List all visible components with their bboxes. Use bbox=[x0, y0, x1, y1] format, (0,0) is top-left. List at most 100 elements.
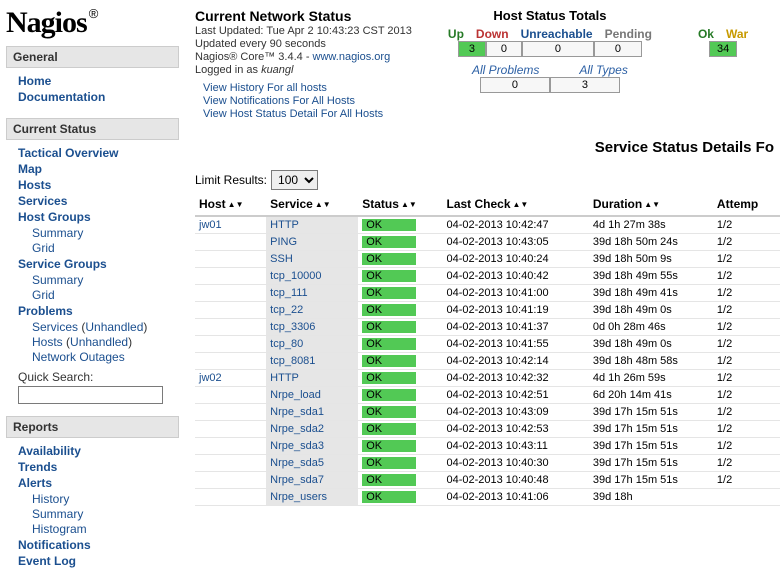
table-row: PINGOK04-02-2013 10:43:0539d 18h 50m 24s… bbox=[195, 234, 780, 251]
th-attempt[interactable]: Attemp bbox=[713, 194, 780, 216]
all-problems-val[interactable]: 0 bbox=[480, 77, 550, 93]
cell-service[interactable]: Nrpe_load bbox=[266, 387, 358, 404]
nav-link[interactable]: Hosts bbox=[18, 178, 177, 192]
col-pending[interactable]: Pending bbox=[599, 27, 658, 41]
cell-service[interactable]: Nrpe_sda3 bbox=[266, 438, 358, 455]
status-title: Current Network Status bbox=[195, 8, 412, 24]
nav-link[interactable]: Grid bbox=[32, 241, 177, 255]
cell-duration: 39d 18h 48m 58s bbox=[589, 353, 713, 370]
nav-link[interactable]: Network Outages bbox=[32, 350, 177, 364]
val-down[interactable]: 0 bbox=[486, 41, 522, 57]
cell-last-check: 04-02-2013 10:40:24 bbox=[442, 251, 588, 268]
link-view-host-detail[interactable]: View Host Status Detail For All Hosts bbox=[203, 108, 412, 120]
status-update-freq: Updated every 90 seconds bbox=[195, 38, 412, 50]
cell-last-check: 04-02-2013 10:42:32 bbox=[442, 370, 588, 387]
th-service[interactable]: Service▲▼ bbox=[266, 194, 358, 216]
nav-link[interactable]: Summary bbox=[32, 226, 177, 240]
cell-service[interactable]: tcp_8081 bbox=[266, 353, 358, 370]
cell-status: OK bbox=[358, 216, 442, 234]
val-pending[interactable]: 0 bbox=[594, 41, 642, 57]
col-warn[interactable]: War bbox=[720, 27, 754, 41]
nav-link[interactable]: Host Groups bbox=[18, 210, 177, 224]
cell-last-check: 04-02-2013 10:43:09 bbox=[442, 404, 588, 421]
nav-link[interactable]: Trends bbox=[18, 460, 177, 474]
cell-service[interactable]: Nrpe_sda2 bbox=[266, 421, 358, 438]
cell-last-check: 04-02-2013 10:40:30 bbox=[442, 455, 588, 472]
col-up[interactable]: Up bbox=[442, 27, 470, 41]
quick-search-input[interactable] bbox=[18, 386, 163, 404]
all-types-label[interactable]: All Types bbox=[579, 63, 627, 77]
nav-link[interactable]: History bbox=[32, 492, 177, 506]
nav-link[interactable]: Histogram bbox=[32, 522, 177, 536]
all-types-val[interactable]: 3 bbox=[550, 77, 620, 93]
col-down[interactable]: Down bbox=[470, 27, 515, 41]
cell-service[interactable]: PING bbox=[266, 234, 358, 251]
nav-link[interactable]: Summary bbox=[32, 273, 177, 287]
nav-link[interactable]: Event Log bbox=[18, 554, 177, 568]
cell-attempt: 1/2 bbox=[713, 216, 780, 234]
cell-service[interactable]: tcp_80 bbox=[266, 336, 358, 353]
cell-attempt: 1/2 bbox=[713, 234, 780, 251]
cell-service[interactable]: HTTP bbox=[266, 216, 358, 234]
cell-duration: 4d 1h 27m 38s bbox=[589, 216, 713, 234]
cell-service[interactable]: tcp_10000 bbox=[266, 268, 358, 285]
col-ok[interactable]: Ok bbox=[692, 27, 720, 41]
table-row: jw02HTTPOK04-02-2013 10:42:324d 1h 26m 5… bbox=[195, 370, 780, 387]
link-view-history[interactable]: View History For all hosts bbox=[203, 82, 412, 94]
nav-link[interactable]: Services (Unhandled) bbox=[32, 320, 177, 334]
link-view-notifications[interactable]: View Notifications For All Hosts bbox=[203, 95, 412, 107]
cell-service[interactable]: Nrpe_sda5 bbox=[266, 455, 358, 472]
cell-service[interactable]: Nrpe_sda7 bbox=[266, 472, 358, 489]
th-host[interactable]: Host▲▼ bbox=[195, 194, 266, 216]
nav-link[interactable]: Map bbox=[18, 162, 177, 176]
cell-service[interactable]: tcp_3306 bbox=[266, 319, 358, 336]
cell-service[interactable]: Nrpe_users bbox=[266, 489, 358, 506]
sort-icon[interactable]: ▲▼ bbox=[644, 201, 660, 208]
cell-status: OK bbox=[358, 251, 442, 268]
cell-host bbox=[195, 421, 266, 438]
nav-link[interactable]: Availability bbox=[18, 444, 177, 458]
cell-host bbox=[195, 404, 266, 421]
val-up[interactable]: 3 bbox=[458, 41, 486, 57]
nav-link[interactable]: Home bbox=[18, 74, 177, 88]
table-row: SSHOK04-02-2013 10:40:2439d 18h 50m 9s1/… bbox=[195, 251, 780, 268]
cell-status: OK bbox=[358, 421, 442, 438]
table-row: tcp_10000OK04-02-2013 10:40:4239d 18h 49… bbox=[195, 268, 780, 285]
nav-link[interactable]: Documentation bbox=[18, 90, 177, 104]
col-unreachable[interactable]: Unreachable bbox=[515, 27, 599, 41]
nav-link[interactable]: Grid bbox=[32, 288, 177, 302]
nav-link[interactable]: Hosts (Unhandled) bbox=[32, 335, 177, 349]
sort-icon[interactable]: ▲▼ bbox=[228, 201, 244, 208]
cell-service[interactable]: Nrpe_sda1 bbox=[266, 404, 358, 421]
cell-service[interactable]: tcp_111 bbox=[266, 285, 358, 302]
main-content: Current Network Status Last Updated: Tue… bbox=[185, 0, 780, 582]
nagios-org-link[interactable]: www.nagios.org bbox=[313, 51, 391, 63]
nav-link[interactable]: Alerts bbox=[18, 476, 177, 490]
status-core: Nagios® Core™ 3.4.4 - www.nagios.org bbox=[195, 51, 412, 63]
nav-link[interactable]: Service Groups bbox=[18, 257, 177, 271]
cell-service[interactable]: tcp_22 bbox=[266, 302, 358, 319]
nav-link[interactable]: Notifications bbox=[18, 538, 177, 552]
nav-link[interactable]: Problems bbox=[18, 304, 177, 318]
nav-link[interactable]: Summary bbox=[32, 507, 177, 521]
cell-service[interactable]: HTTP bbox=[266, 370, 358, 387]
val-unreachable[interactable]: 0 bbox=[522, 41, 594, 57]
sort-icon[interactable]: ▲▼ bbox=[315, 201, 331, 208]
cell-host[interactable]: jw02 bbox=[195, 370, 266, 387]
cell-duration: 39d 18h 49m 55s bbox=[589, 268, 713, 285]
th-status[interactable]: Status▲▼ bbox=[358, 194, 442, 216]
sort-icon[interactable]: ▲▼ bbox=[513, 201, 529, 208]
cell-last-check: 04-02-2013 10:42:53 bbox=[442, 421, 588, 438]
cell-host[interactable]: jw01 bbox=[195, 216, 266, 234]
th-last-check[interactable]: Last Check▲▼ bbox=[442, 194, 588, 216]
nav-link[interactable]: Services bbox=[18, 194, 177, 208]
cell-service[interactable]: SSH bbox=[266, 251, 358, 268]
cell-attempt: 1/2 bbox=[713, 472, 780, 489]
detail-header: Service Status Details Fo bbox=[195, 139, 774, 156]
val-ok[interactable]: 34 bbox=[709, 41, 737, 57]
nav-link[interactable]: Tactical Overview bbox=[18, 146, 177, 160]
all-problems-label[interactable]: All Problems bbox=[472, 63, 539, 77]
sort-icon[interactable]: ▲▼ bbox=[401, 201, 417, 208]
limit-select[interactable]: 100 bbox=[271, 170, 318, 190]
th-duration[interactable]: Duration▲▼ bbox=[589, 194, 713, 216]
